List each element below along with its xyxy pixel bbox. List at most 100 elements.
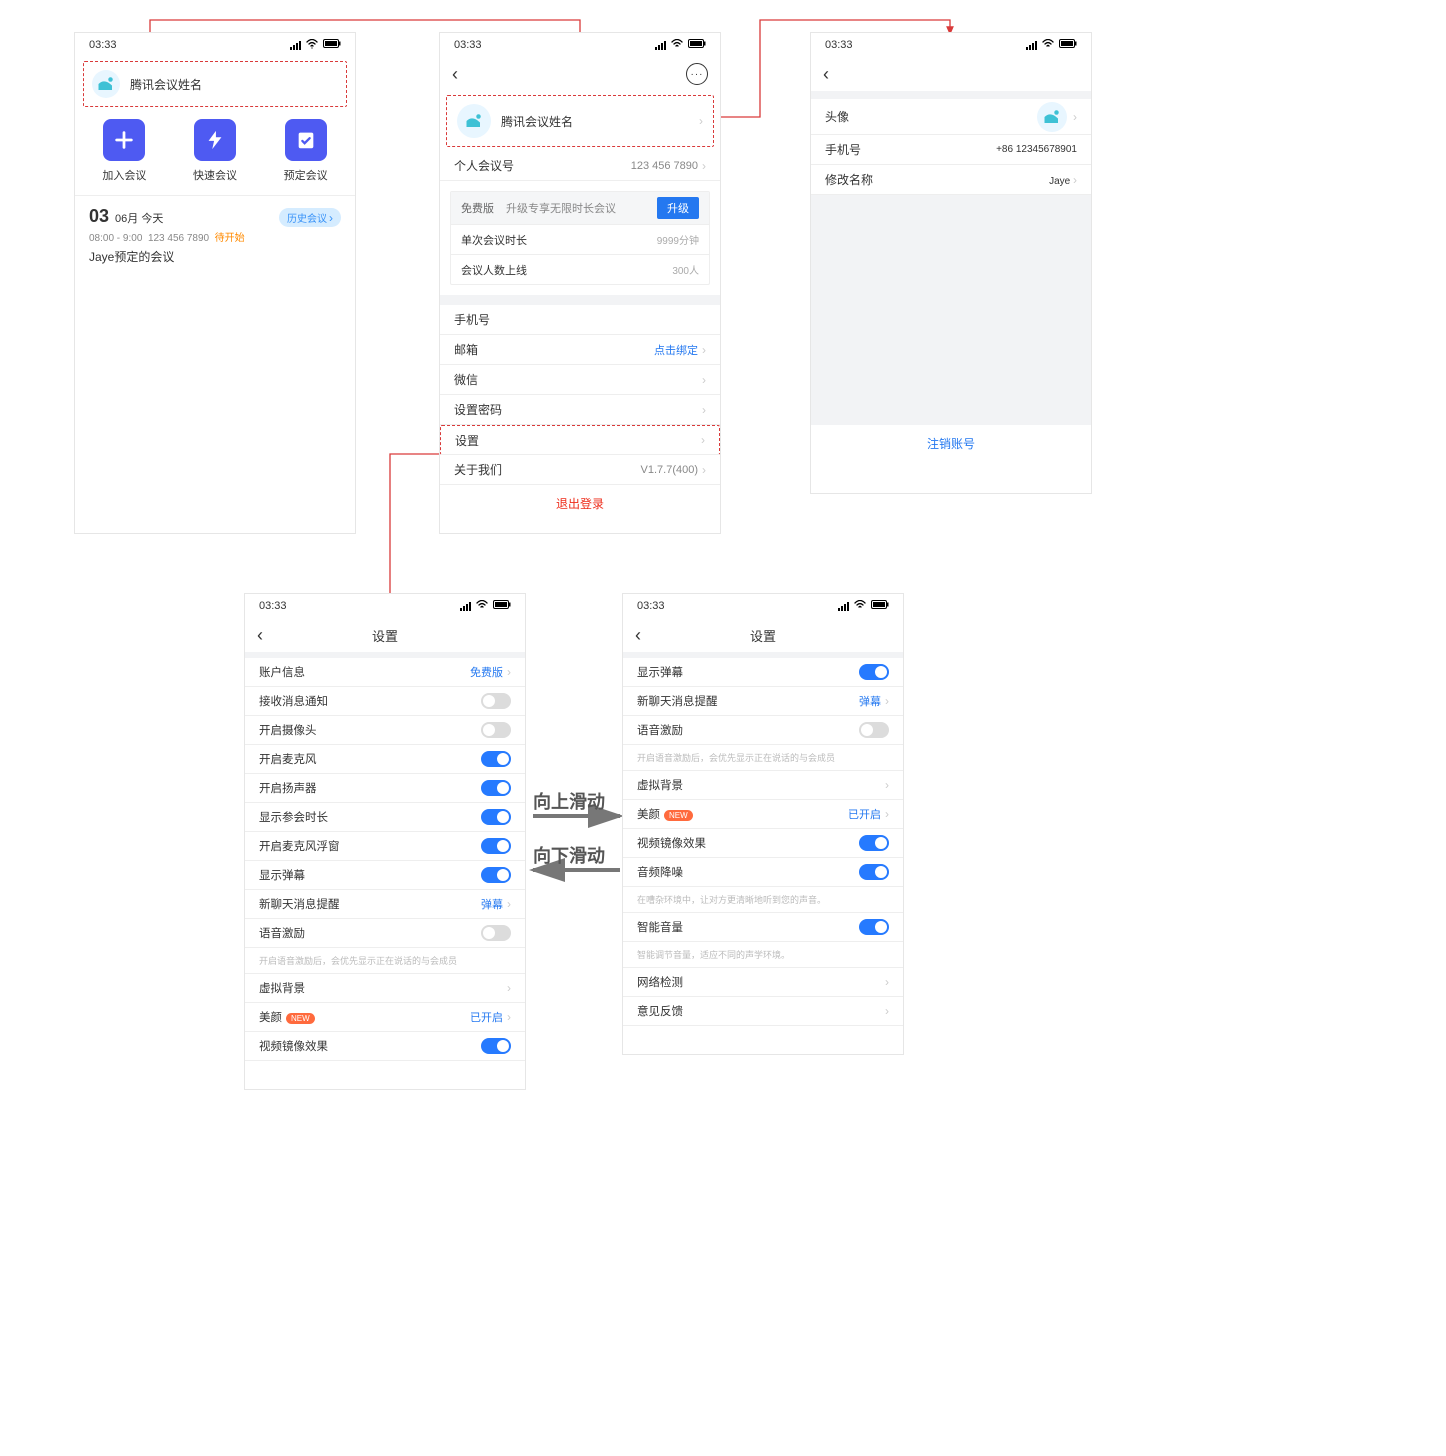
avatar	[457, 104, 491, 138]
toggle-switch[interactable]	[481, 1038, 511, 1054]
settings-row-label: 显示参会时长	[259, 809, 328, 825]
row-personal-id[interactable]: 个人会议号 123 456 7890›	[440, 151, 720, 181]
settings-row-label: 音频降噪	[637, 864, 683, 880]
toggle-switch[interactable]	[481, 780, 511, 796]
settings-row[interactable]: 网络检测 ›	[623, 968, 903, 997]
status-bar: 03:33	[245, 594, 525, 618]
settings-row[interactable]: 开启麦克风浮窗	[245, 832, 525, 861]
chevron-right-icon: ›	[885, 975, 889, 989]
wifi-icon	[306, 39, 318, 52]
row-email[interactable]: 邮箱点击绑定›	[440, 335, 720, 365]
signal-icon	[290, 41, 301, 50]
back-button[interactable]: ‹	[452, 64, 458, 85]
chevron-right-icon: ›	[885, 778, 889, 792]
battery-icon	[1059, 39, 1077, 51]
settings-row[interactable]: 音频降噪	[623, 858, 903, 887]
settings-row-label: 新聊天消息提醒	[637, 693, 718, 709]
row-phone[interactable]: 手机号 +86 12345678901	[811, 135, 1091, 165]
toggle-switch[interactable]	[859, 835, 889, 851]
row-people-limit: 会议人数上线300人	[451, 254, 709, 284]
settings-row-label: 网络检测	[637, 974, 683, 990]
signal-icon	[460, 602, 471, 611]
battery-icon	[871, 600, 889, 612]
toggle-switch[interactable]	[859, 722, 889, 738]
settings-row[interactable]: 语音激励	[623, 716, 903, 745]
row-phone[interactable]: 手机号	[440, 305, 720, 335]
back-button[interactable]: ‹	[257, 625, 263, 646]
settings-row[interactable]: 新聊天消息提醒弹幕›	[623, 687, 903, 716]
screen-edit-profile: 03:33 ‹ 头像 › 手机号 +86 12345678901 修改名称 Ja…	[811, 33, 1091, 493]
toggle-switch[interactable]	[481, 722, 511, 738]
date-day: 03	[89, 206, 109, 227]
toggle-switch[interactable]	[859, 919, 889, 935]
profile-entry[interactable]: 腾讯会议姓名	[83, 61, 347, 107]
page-title: 设置	[372, 626, 398, 645]
join-meeting-button[interactable]: 加入会议	[102, 119, 146, 183]
quick-meeting-button[interactable]: 快速会议	[193, 119, 237, 183]
toggle-switch[interactable]	[481, 867, 511, 883]
settings-row[interactable]: 视频镜像效果	[245, 1032, 525, 1061]
toggle-switch[interactable]	[481, 693, 511, 709]
meeting-subline: 08:00 - 9:00 123 456 7890 待开始	[75, 229, 355, 246]
date-row: 03 06月 今天 历史会议›	[75, 200, 355, 229]
settings-row-label: 语音激励	[637, 722, 683, 738]
signal-icon	[838, 602, 849, 611]
battery-icon	[493, 600, 511, 612]
toggle-switch[interactable]	[481, 751, 511, 767]
swipe-up-label: 向上滑动	[533, 788, 605, 814]
toggle-switch[interactable]	[481, 809, 511, 825]
screen-settings-top: 03:33 ‹ 设置 账户信息免费版›接收消息通知开启摄像头开启麦克风开启扬声器显…	[245, 594, 525, 1089]
swipe-down-label: 向下滑动	[533, 842, 605, 868]
settings-row[interactable]: 开启扬声器	[245, 774, 525, 803]
settings-row[interactable]: 虚拟背景›	[245, 974, 525, 1003]
settings-row[interactable]: 虚拟背景›	[623, 771, 903, 800]
settings-row[interactable]: 美颜NEW已开启›	[245, 1003, 525, 1032]
row-rename[interactable]: 修改名称 Jaye ›	[811, 165, 1091, 195]
wifi-icon	[671, 39, 683, 52]
history-pill[interactable]: 历史会议›	[279, 208, 341, 227]
deactivate-button[interactable]: 注销账号	[811, 425, 1091, 462]
settings-row-label: 显示弹幕	[259, 867, 305, 883]
settings-row[interactable]: 开启摄像头	[245, 716, 525, 745]
settings-row[interactable]: 显示参会时长	[245, 803, 525, 832]
profile-name: 腾讯会议姓名	[130, 76, 202, 93]
logout-button[interactable]: 退出登录	[440, 485, 720, 522]
row-password[interactable]: 设置密码›	[440, 395, 720, 425]
settings-row[interactable]: 视频镜像效果	[623, 829, 903, 858]
row-avatar[interactable]: 头像 ›	[811, 99, 1091, 135]
screen-profile: 03:33 ‹ ··· 腾讯会议姓名 › 个人会议号 123 456 7890›…	[440, 33, 720, 533]
settings-row[interactable]: 语音激励	[245, 919, 525, 948]
settings-row[interactable]: 美颜NEW已开启›	[623, 800, 903, 829]
chat-button[interactable]: ···	[686, 63, 708, 85]
settings-row[interactable]: 智能音量	[623, 913, 903, 942]
back-button[interactable]: ‹	[635, 625, 641, 646]
settings-row[interactable]: 账户信息免费版›	[245, 658, 525, 687]
settings-row[interactable]: 接收消息通知	[245, 687, 525, 716]
settings-row[interactable]: 显示弹幕	[623, 658, 903, 687]
settings-row[interactable]: 意见反馈›	[623, 997, 903, 1026]
schedule-meeting-button[interactable]: 预定会议	[284, 119, 328, 183]
back-button[interactable]: ‹	[823, 64, 829, 85]
plus-icon	[103, 119, 145, 161]
meeting-name[interactable]: Jaye预定的会议	[75, 246, 355, 273]
screen-settings-scrolled: 03:33 ‹设置 显示弹幕新聊天消息提醒弹幕›语音激励开启语音激励后，会优先显…	[623, 594, 903, 1054]
row-about[interactable]: 关于我们V1.7.7(400)›	[440, 455, 720, 485]
avatar	[92, 70, 120, 98]
toggle-switch[interactable]	[859, 864, 889, 880]
settings-row[interactable]: 开启麦克风	[245, 745, 525, 774]
row-settings[interactable]: 设置›	[440, 425, 720, 455]
settings-row-label: 开启扬声器	[259, 780, 317, 796]
battery-icon	[323, 39, 341, 51]
toggle-switch[interactable]	[859, 664, 889, 680]
profile-name: 腾讯会议姓名	[501, 113, 689, 130]
chevron-right-icon: ›	[507, 1010, 511, 1024]
profile-row[interactable]: 腾讯会议姓名 ›	[446, 95, 714, 147]
row-wechat[interactable]: 微信›	[440, 365, 720, 395]
toggle-switch[interactable]	[481, 925, 511, 941]
toggle-switch[interactable]	[481, 838, 511, 854]
settings-row-label: 开启摄像头	[259, 722, 317, 738]
upgrade-button[interactable]: 升级	[657, 197, 699, 219]
settings-row[interactable]: 显示弹幕	[245, 861, 525, 890]
signal-icon	[655, 41, 666, 50]
settings-row[interactable]: 新聊天消息提醒弹幕›	[245, 890, 525, 919]
